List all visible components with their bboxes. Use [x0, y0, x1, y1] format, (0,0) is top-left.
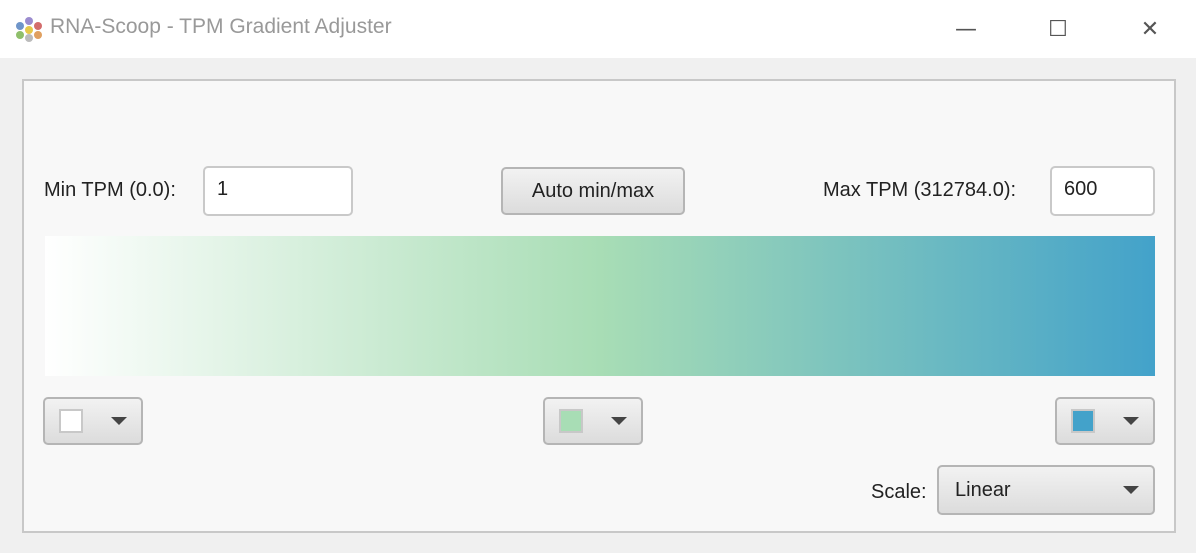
chevron-down-icon [1123, 417, 1139, 425]
tpm-gradient-bar [45, 236, 1155, 376]
scale-value: Linear [955, 478, 1011, 501]
maximize-button[interactable]: ☐ [1012, 0, 1104, 58]
window-title: RNA-Scoop - TPM Gradient Adjuster [50, 15, 392, 38]
min-tpm-input[interactable]: 1 [203, 166, 353, 216]
max-color-swatch [1071, 409, 1095, 433]
chevron-down-icon [611, 417, 627, 425]
max-color-picker[interactable] [1055, 397, 1155, 445]
chevron-down-icon [111, 417, 127, 425]
max-tpm-input[interactable]: 600 [1050, 166, 1155, 216]
title-bar: RNA-Scoop - TPM Gradient Adjuster — ☐ ✕ [0, 0, 1196, 58]
minimize-button[interactable]: — [920, 0, 1012, 58]
app-logo-icon [16, 17, 42, 42]
scale-label: Scale: [871, 481, 927, 503]
scale-select[interactable]: Linear [937, 465, 1155, 515]
chevron-down-icon [1123, 486, 1139, 494]
max-tpm-label: Max TPM (312784.0): [823, 179, 1017, 201]
min-color-swatch [59, 409, 83, 433]
min-color-picker[interactable] [43, 397, 143, 445]
auto-min-max-button[interactable]: Auto min/max [501, 167, 685, 215]
mid-color-swatch [559, 409, 583, 433]
min-tpm-label: Min TPM (0.0): [44, 179, 176, 201]
mid-color-picker[interactable] [543, 397, 643, 445]
close-button[interactable]: ✕ [1104, 0, 1196, 58]
